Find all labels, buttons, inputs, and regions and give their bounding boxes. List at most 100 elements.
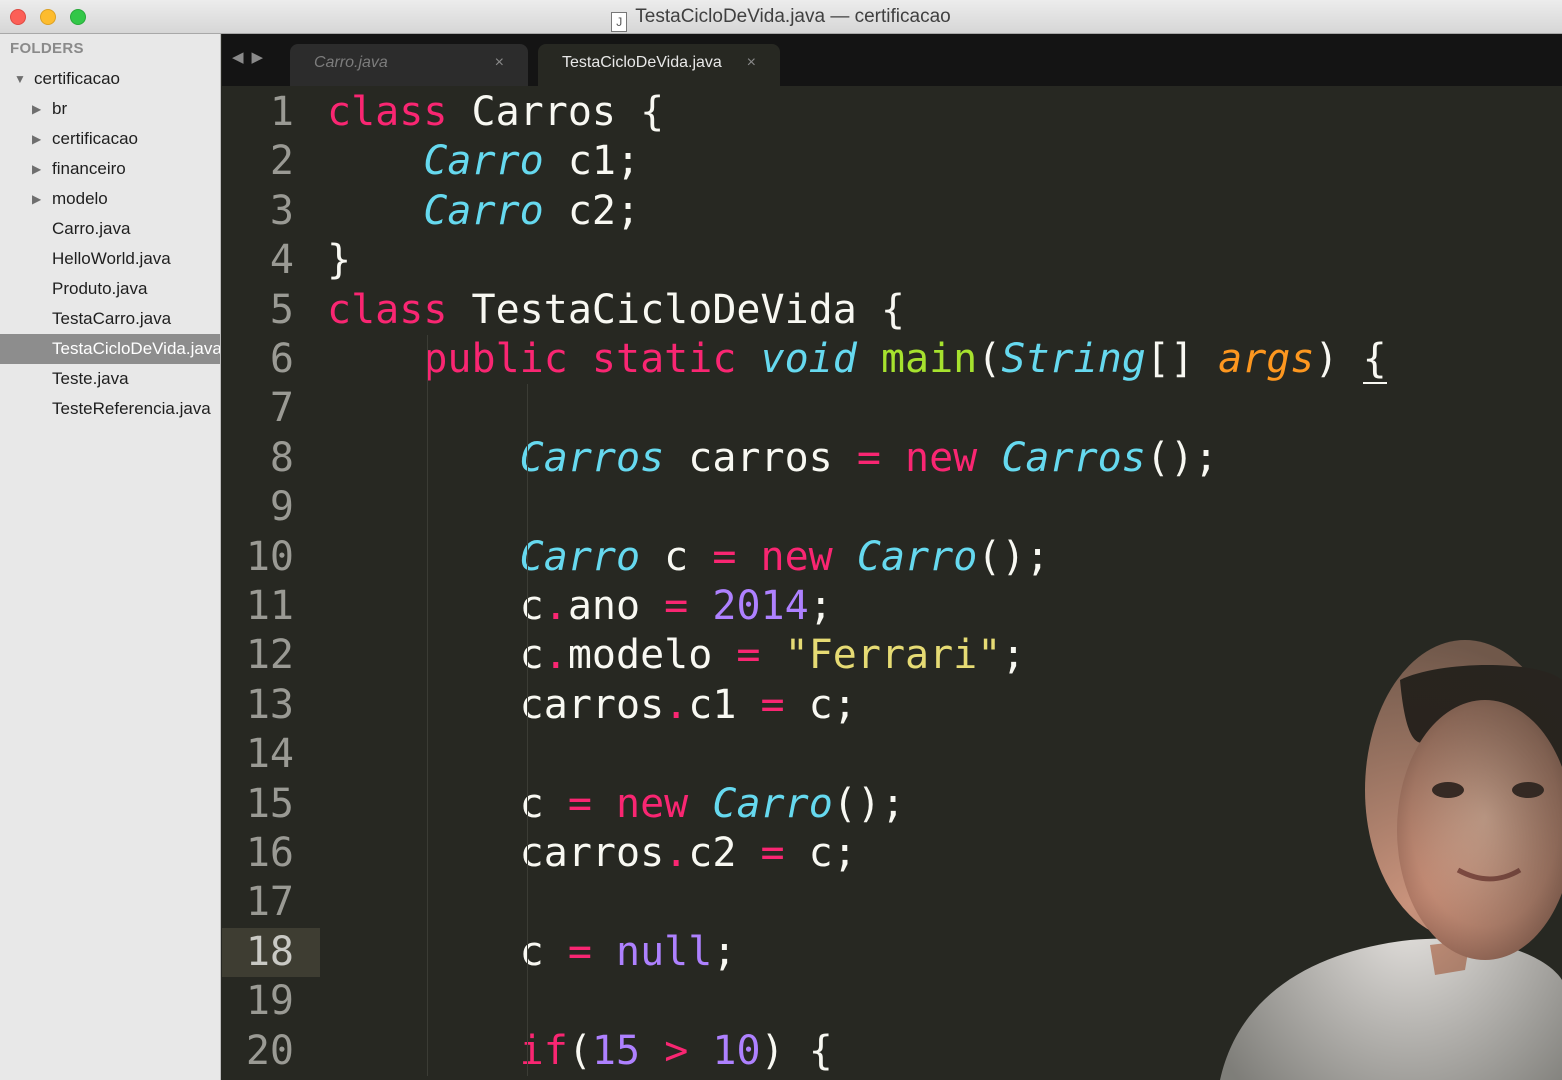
code-token: "Ferrari" xyxy=(784,632,1002,679)
sidebar-file-item[interactable]: Teste.java xyxy=(0,364,220,394)
code-line[interactable]: c = null; xyxy=(327,928,737,977)
sidebar-item-label: Teste.java xyxy=(52,369,129,388)
code-line[interactable]: class TestaCicloDeVida { xyxy=(327,286,905,335)
code-line[interactable]: Carro c = new Carro(); xyxy=(327,533,1050,582)
code-token: null xyxy=(616,928,713,975)
disclosure-closed-icon[interactable]: ▶ xyxy=(32,154,41,184)
code-line[interactable]: public static void main(String[] args) { xyxy=(327,335,1387,384)
sidebar-folder-item[interactable]: ▶ certificacao xyxy=(0,124,220,154)
sidebar-folder-item[interactable]: ▶ modelo xyxy=(0,184,220,214)
disclosure-closed-icon[interactable]: ▶ xyxy=(32,184,41,214)
code-token: carros xyxy=(327,681,665,728)
sidebar-file-item[interactable]: TestaCicloDeVida.java xyxy=(0,334,220,364)
sidebar-file-item[interactable]: HelloWorld.java xyxy=(0,244,220,274)
disclosure-open-icon[interactable]: ▼ xyxy=(14,64,26,94)
forward-arrow-icon[interactable]: ▶ xyxy=(252,49,272,66)
code-line[interactable]: c.ano = 2014; xyxy=(327,582,833,631)
indent-guide xyxy=(527,384,528,1076)
sidebar-item-label: certificacao xyxy=(34,69,120,88)
code-token: [] xyxy=(1145,336,1219,382)
sidebar-item-label: Produto.java xyxy=(52,279,148,298)
line-number: 1 xyxy=(269,89,294,135)
back-arrow-icon[interactable]: ◀ xyxy=(232,49,252,66)
code-token: (); xyxy=(977,533,1050,580)
line-number: 15 xyxy=(245,780,294,827)
code-line[interactable]: if(15 > 10) { xyxy=(327,1027,833,1076)
line-number: 12 xyxy=(245,632,294,679)
sidebar-folder-item[interactable]: ▶ br xyxy=(0,94,220,124)
code-line[interactable]: } xyxy=(327,236,351,285)
close-tab-icon[interactable]: × xyxy=(495,44,504,82)
tab-bar: ◀▶ Carro.java × TestaCicloDeVida.java × xyxy=(222,34,1562,86)
sidebar-file-item[interactable]: Produto.java xyxy=(0,274,220,304)
sidebar-folder-item[interactable]: ▶ financeiro xyxy=(0,154,220,184)
sidebar-file-item[interactable]: Carro.java xyxy=(0,214,220,244)
code-line[interactable]: c.modelo = "Ferrari"; xyxy=(327,631,1026,680)
close-tab-icon[interactable]: × xyxy=(747,44,756,82)
disclosure-closed-icon[interactable]: ▶ xyxy=(32,94,41,124)
code-token: c; xyxy=(784,681,857,728)
code-token: . xyxy=(543,632,568,679)
code-token: c xyxy=(640,533,713,580)
code-token: public xyxy=(423,336,568,382)
code-line[interactable]: Carro c1; xyxy=(327,137,640,186)
code-token: modelo xyxy=(567,632,737,679)
tab-label: TestaCicloDeVida.java xyxy=(562,54,722,71)
code-token: 10 xyxy=(712,1027,761,1074)
code-line[interactable]: Carro c2; xyxy=(327,187,640,236)
code-token: = xyxy=(856,434,881,481)
sidebar-file-item[interactable]: TesteReferencia.java xyxy=(0,394,220,424)
code-line[interactable]: carros.c2 = c; xyxy=(327,829,857,878)
code-token: Carro xyxy=(856,533,978,580)
code-token: = xyxy=(567,928,592,975)
code-line[interactable]: carros.c1 = c; xyxy=(327,681,857,730)
tab-testa-ciclo-de-vida-java[interactable]: TestaCicloDeVida.java × xyxy=(538,44,780,86)
sidebar-folder-item[interactable]: ▼ certificacao xyxy=(0,64,220,94)
sidebar-item-label: financeiro xyxy=(52,159,126,178)
code-token: = xyxy=(712,533,737,580)
code-token: = xyxy=(567,780,592,827)
sidebar-item-label: TestaCarro.java xyxy=(52,309,172,328)
code-token: Carro xyxy=(519,533,641,580)
code-token: ) xyxy=(1314,336,1363,382)
code-token: ; xyxy=(808,583,833,629)
code-line[interactable]: Carros carros = new Carros(); xyxy=(327,434,1218,483)
disclosure-closed-icon[interactable]: ▶ xyxy=(32,124,41,154)
line-number: 13 xyxy=(245,681,294,728)
tab-label: Carro.java xyxy=(314,54,388,71)
code-token: Carro xyxy=(423,138,544,185)
line-number: 17 xyxy=(245,879,294,926)
code-token: ; xyxy=(712,928,737,975)
code-token: 2014 xyxy=(712,583,809,629)
code-token: c xyxy=(327,583,544,629)
code-token: = xyxy=(664,583,689,629)
code-token: ( xyxy=(977,336,1002,382)
code-line[interactable]: c = new Carro(); xyxy=(327,780,905,829)
code-token: c1 xyxy=(688,681,761,728)
presenter-image xyxy=(1180,640,1562,1080)
code-token: ( xyxy=(567,1027,592,1074)
code-token: Carros { xyxy=(447,89,665,135)
line-number: 2 xyxy=(269,138,294,185)
code-token: void xyxy=(760,336,857,382)
tab-carro-java[interactable]: Carro.java × xyxy=(290,44,528,86)
code-line[interactable]: class Carros { xyxy=(327,88,664,137)
code-token: main xyxy=(880,336,978,382)
line-number: 20 xyxy=(245,1027,294,1074)
sidebar-file-item[interactable]: TestaCarro.java xyxy=(0,304,220,334)
line-number-gutter: 1 2 3 4 5 6 7 8 9 10 11 12 13 14 15 16 17 18 19 20 xyxy=(222,86,320,1080)
line-number: 9 xyxy=(269,484,294,531)
java-file-icon: J xyxy=(611,12,628,32)
